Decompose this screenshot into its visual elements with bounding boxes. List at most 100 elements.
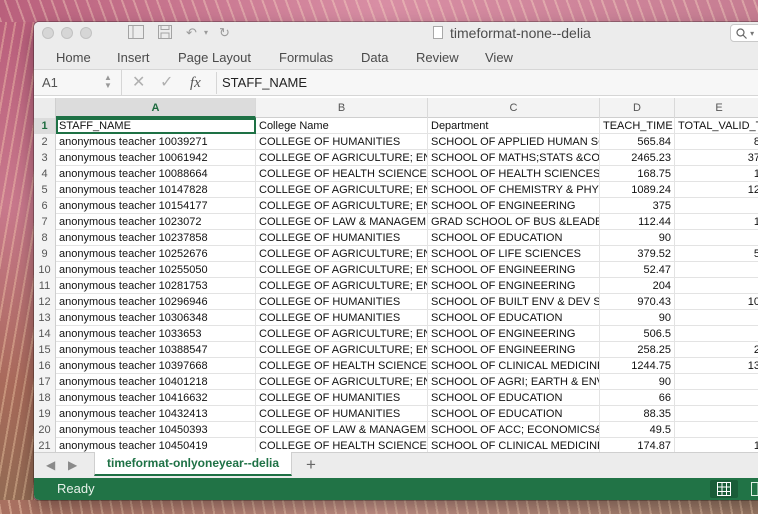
cell-a[interactable]: anonymous teacher 10154177 [56,198,256,214]
cell-d[interactable]: 258.25 [600,342,675,358]
cell-d[interactable]: 52.47 [600,262,675,278]
cell-b[interactable]: COLLEGE OF AGRICULTURE; ENGIN [256,198,428,214]
row-header[interactable]: 11 [34,278,56,294]
cell-d[interactable]: 66 [600,390,675,406]
row-header[interactable]: 12 [34,294,56,310]
cell-a[interactable]: anonymous teacher 10255050 [56,262,256,278]
cell-d[interactable]: 506.5 [600,326,675,342]
column-header-b[interactable]: B [256,98,428,118]
cell-a[interactable]: STAFF_NAME [56,118,256,134]
row-header[interactable]: 7 [34,214,56,230]
undo-icon[interactable]: ↶ [186,25,197,41]
cell-b[interactable]: COLLEGE OF HUMANITIES [256,230,428,246]
cell-a[interactable]: anonymous teacher 10416632 [56,390,256,406]
cell-b[interactable]: COLLEGE OF HEALTH SCIENCES [256,166,428,182]
cell-b[interactable]: COLLEGE OF LAW & MANAGEMENT [256,214,428,230]
cell-d[interactable]: 112.44 [600,214,675,230]
add-sheet-button[interactable]: + [306,455,316,475]
cell-c[interactable]: Department [428,118,600,134]
tab-data[interactable]: Data [361,50,388,66]
prev-sheet-icon[interactable]: ◀ [46,458,55,472]
redo-icon[interactable]: ↻ [219,25,230,41]
cell-d[interactable]: 1089.24 [600,182,675,198]
cell-c[interactable]: SCHOOL OF EDUCATION [428,310,600,326]
cell-e[interactable]: 37 [675,150,758,166]
cell-d[interactable]: 375 [600,198,675,214]
cell-d[interactable]: 88.35 [600,406,675,422]
minimize-window-button[interactable] [61,27,73,39]
cell-a[interactable]: anonymous teacher 10450393 [56,422,256,438]
cell-b[interactable]: COLLEGE OF LAW & MANAGEMENT [256,422,428,438]
close-window-button[interactable] [42,27,54,39]
formula-input[interactable]: STAFF_NAME [216,72,756,94]
normal-view-button[interactable] [710,480,738,498]
cell-e[interactable] [675,262,758,278]
cell-c[interactable]: SCHOOL OF ACC; ECONOMICS&FIN [428,422,600,438]
cell-a[interactable]: anonymous teacher 10039271 [56,134,256,150]
column-header-e[interactable]: E [675,98,758,118]
cell-a[interactable]: anonymous teacher 10397668 [56,358,256,374]
cell-d[interactable]: 970.43 [600,294,675,310]
tab-view[interactable]: View [485,50,513,66]
cell-b[interactable]: COLLEGE OF HEALTH SCIENCES [256,358,428,374]
cell-c[interactable]: SCHOOL OF MATHS;STATS &COMP [428,150,600,166]
row-header[interactable]: 17 [34,374,56,390]
row-header[interactable]: 19 [34,406,56,422]
row-header[interactable]: 16 [34,358,56,374]
sheet-tab-active[interactable]: timeformat-onlyoneyear--delia [94,452,293,476]
cell-d[interactable]: 49.5 [600,422,675,438]
cell-c[interactable]: SCHOOL OF ENGINEERING [428,198,600,214]
cell-c[interactable]: SCHOOL OF BUILT ENV & DEV STUD [428,294,600,310]
cell-a[interactable]: anonymous teacher 10061942 [56,150,256,166]
cell-b[interactable]: COLLEGE OF AGRICULTURE; ENGIN [256,342,428,358]
cell-a[interactable]: anonymous teacher 10401218 [56,374,256,390]
row-header[interactable]: 8 [34,230,56,246]
cell-b[interactable]: COLLEGE OF AGRICULTURE; ENGIN [256,150,428,166]
cell-d[interactable]: 379.52 [600,246,675,262]
cell-d[interactable]: 168.75 [600,166,675,182]
cell-e[interactable] [675,374,758,390]
row-header[interactable]: 1 [34,118,56,134]
cell-a[interactable]: anonymous teacher 10432413 [56,406,256,422]
cell-a[interactable]: anonymous teacher 10147828 [56,182,256,198]
row-header[interactable]: 6 [34,198,56,214]
cell-a[interactable]: anonymous teacher 10088664 [56,166,256,182]
insert-function-button[interactable]: fx [190,73,201,93]
cell-d[interactable]: TEACH_TIME [600,118,675,134]
cell-e[interactable] [675,310,758,326]
row-header[interactable]: 15 [34,342,56,358]
cell-b[interactable]: College Name [256,118,428,134]
row-header[interactable]: 20 [34,422,56,438]
cell-e[interactable] [675,406,758,422]
cell-c[interactable]: SCHOOL OF CLINICAL MEDICINE [428,358,600,374]
cell-d[interactable]: 565.84 [600,134,675,150]
cancel-formula-icon[interactable]: ✕ [132,73,145,93]
cell-e[interactable]: 13 [675,358,758,374]
sidebar-toggle-icon[interactable] [128,25,144,41]
tab-insert[interactable]: Insert [117,50,150,66]
cell-a[interactable]: anonymous teacher 10252676 [56,246,256,262]
cell-c[interactable]: SCHOOL OF ENGINEERING [428,278,600,294]
row-header[interactable]: 14 [34,326,56,342]
cell-c[interactable]: GRAD SCHOOL OF BUS &LEADERSH [428,214,600,230]
cell-b[interactable]: COLLEGE OF HUMANITIES [256,294,428,310]
cell-b[interactable]: COLLEGE OF AGRICULTURE; ENGIN [256,246,428,262]
cell-c[interactable]: SCHOOL OF AGRI; EARTH & ENV SC [428,374,600,390]
cell-e[interactable]: 2 [675,342,758,358]
column-header-c[interactable]: C [428,98,600,118]
cell-d[interactable]: 90 [600,374,675,390]
cell-d[interactable]: 90 [600,230,675,246]
cell-e[interactable] [675,326,758,342]
search-field[interactable]: ▾ [730,24,758,42]
row-header[interactable]: 18 [34,390,56,406]
name-box-stepper-icon[interactable]: ▲ ▼ [104,74,112,90]
tab-formulas[interactable]: Formulas [279,50,333,66]
name-box[interactable]: A1 ▲ ▼ [34,70,122,95]
cell-a[interactable]: anonymous teacher 10388547 [56,342,256,358]
confirm-formula-icon[interactable]: ✓ [160,73,173,93]
cell-a[interactable]: anonymous teacher 1023072 [56,214,256,230]
cell-c[interactable]: SCHOOL OF ENGINEERING [428,326,600,342]
cell-c[interactable]: SCHOOL OF EDUCATION [428,390,600,406]
cell-e[interactable]: 8 [675,134,758,150]
tab-page-layout[interactable]: Page Layout [178,50,251,66]
